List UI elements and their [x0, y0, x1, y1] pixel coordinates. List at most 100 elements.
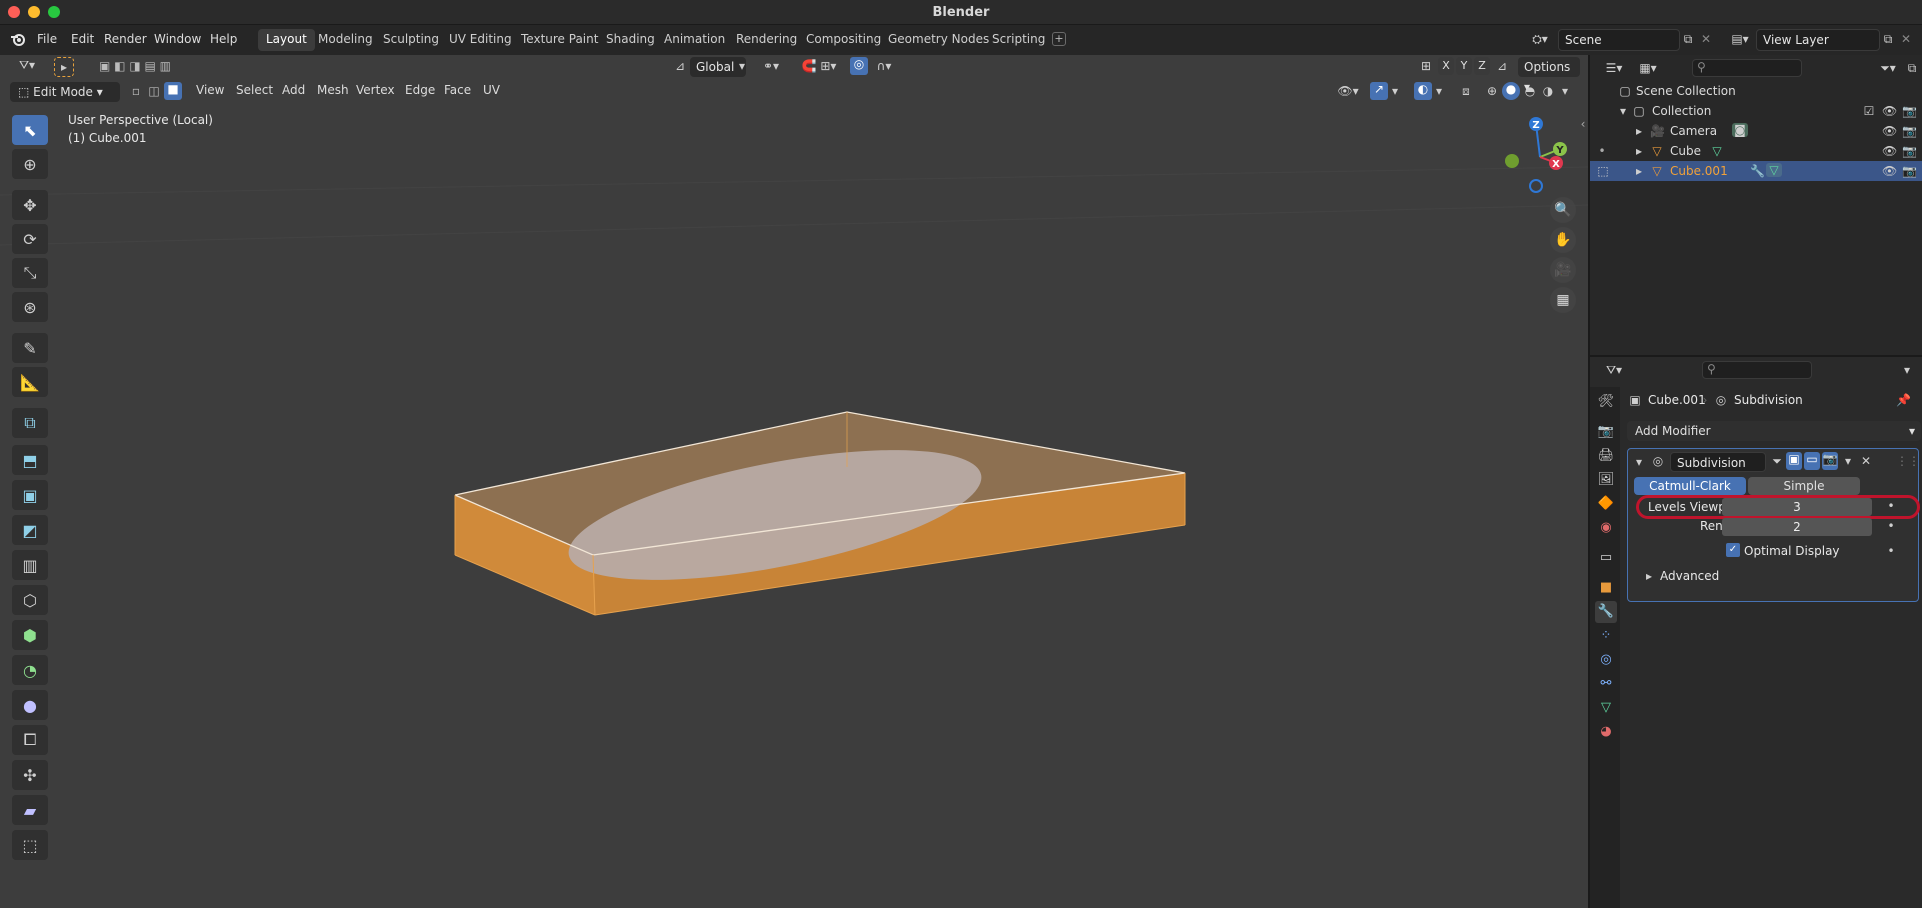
bevel-tool[interactable]: ◩: [12, 515, 48, 545]
blender-logo-icon[interactable]: [10, 31, 26, 47]
outliner-row-cube-001[interactable]: ⬚ ▸ ▽ Cube.001 🔧 ▽ 👁 📷: [1590, 161, 1922, 181]
physics-tab-icon[interactable]: ◎: [1595, 649, 1617, 671]
viewport-toggle-icon[interactable]: ▭: [1804, 452, 1820, 470]
outliner-row-cube[interactable]: • ▸ ▽ Cube ▽ 👁 📷: [1590, 141, 1922, 161]
outliner-row-camera[interactable]: ▸ 🎥 Camera ◙ 👁 📷: [1590, 121, 1922, 141]
viewport-menu-add[interactable]: Add: [282, 83, 305, 97]
eye-icon[interactable]: 👁: [1882, 104, 1897, 118]
face-select-icon[interactable]: ■: [164, 82, 182, 100]
new-view-layer-icon[interactable]: ⧉: [1880, 32, 1896, 47]
proportional-edit-icon[interactable]: ◎: [850, 57, 868, 75]
tab-modeling[interactable]: Modeling: [310, 29, 381, 51]
shrink-fatten-tool[interactable]: ✣: [12, 760, 48, 790]
spin-tool[interactable]: ◔: [12, 655, 48, 685]
shading-dropdown-icon[interactable]: ▾: [1560, 84, 1570, 98]
annotate-tool[interactable]: ✎: [12, 333, 48, 363]
scale-tool[interactable]: ⤡: [12, 258, 48, 288]
add-modifier-dropdown[interactable]: Add Modifier ▾: [1627, 421, 1921, 441]
checkbox-icon[interactable]: ☑: [1862, 104, 1876, 118]
constraints-tab-icon[interactable]: ⚯: [1595, 673, 1617, 695]
viewport-menu-view[interactable]: View: [196, 83, 224, 97]
xray-icon[interactable]: ⧈: [1458, 84, 1474, 99]
shear-tool[interactable]: ▰: [12, 795, 48, 825]
rotate-tool[interactable]: ⟳: [12, 224, 48, 254]
tab-texture-paint[interactable]: Texture Paint: [513, 29, 606, 51]
camera-render-icon[interactable]: 📷: [1902, 164, 1917, 178]
measure-tool[interactable]: 📐: [12, 367, 48, 397]
mirror-icon[interactable]: ⊞: [1418, 59, 1434, 73]
advanced-expand-icon[interactable]: ▸: [1644, 569, 1654, 583]
panel-collapse-icon[interactable]: ▾: [1634, 455, 1644, 469]
material-tab-icon[interactable]: ◕: [1595, 721, 1617, 743]
data-tab-icon[interactable]: ▽: [1595, 697, 1617, 719]
inset-faces-tool[interactable]: ▣: [12, 480, 48, 510]
menu-render[interactable]: Render: [104, 32, 147, 46]
sidebar-toggle-icon[interactable]: ‹: [1578, 117, 1588, 131]
zoom-icon[interactable]: 🔍: [1550, 197, 1576, 223]
tab-rendering[interactable]: Rendering: [728, 29, 805, 51]
viewport-menu-mesh[interactable]: Mesh: [317, 83, 349, 97]
on-cage-toggle-icon[interactable]: ▣: [1786, 452, 1802, 470]
edit-mode-toggle-icon[interactable]: ⏷: [1770, 454, 1784, 469]
transform-tool[interactable]: ⊛: [12, 292, 48, 322]
new-collection-icon[interactable]: ⧉: [1904, 61, 1920, 76]
outliner-editor-icon[interactable]: ☰▾: [1600, 61, 1628, 75]
eye-icon[interactable]: 👁: [1882, 144, 1897, 158]
outliner-row-collection[interactable]: ▾ ▢ Collection ☑ 👁 📷: [1590, 101, 1922, 121]
select-box-tool[interactable]: ⬉: [12, 115, 48, 145]
eye-icon[interactable]: 👁: [1882, 164, 1897, 178]
expand-arrow-icon[interactable]: ▸: [1634, 124, 1644, 138]
rip-region-tool[interactable]: ⬚: [12, 830, 48, 860]
tab-shading[interactable]: Shading: [598, 29, 663, 51]
material-shading-icon[interactable]: ◓: [1522, 84, 1538, 98]
pin-icon[interactable]: 📌: [1896, 393, 1911, 407]
render-levels-slider[interactable]: 2: [1722, 518, 1872, 536]
expand-arrow-icon[interactable]: ▸: [1634, 144, 1644, 158]
camera-view-icon[interactable]: 🎥: [1550, 257, 1576, 283]
pivot-icon[interactable]: ⚭▾: [756, 59, 786, 73]
rendered-shading-icon[interactable]: ◑: [1540, 84, 1556, 98]
pan-hand-icon[interactable]: ✋: [1550, 227, 1576, 253]
viewport-menu-vertex[interactable]: Vertex: [356, 83, 395, 97]
optimal-display-checkbox[interactable]: ✓: [1726, 543, 1740, 557]
camera-render-icon[interactable]: 📷: [1902, 124, 1917, 138]
menu-file[interactable]: File: [37, 32, 57, 46]
animate-property-icon[interactable]: •: [1886, 499, 1896, 513]
filter-icon[interactable]: ⏷▾: [1874, 61, 1902, 76]
new-scene-icon[interactable]: ⧉: [1680, 32, 1696, 47]
overlay-dropdown-icon[interactable]: ▾: [1434, 84, 1444, 98]
mode-dropdown[interactable]: ⬚ Edit Mode ▾: [10, 82, 120, 102]
viewport-menu-uv[interactable]: UV: [483, 83, 500, 97]
vertex-select-icon[interactable]: ▫: [128, 84, 144, 98]
delete-view-layer-icon[interactable]: ✕: [1898, 32, 1914, 46]
particles-tab-icon[interactable]: ⁘: [1595, 625, 1617, 647]
move-tool[interactable]: ✥: [12, 190, 48, 220]
collection-tab-icon[interactable]: ▭: [1595, 547, 1617, 569]
catmull-clark-option[interactable]: Catmull-Clark: [1634, 477, 1746, 495]
remove-modifier-icon[interactable]: ✕: [1860, 454, 1872, 468]
falloff-icon[interactable]: ∩▾: [870, 59, 898, 73]
modifier-name-field[interactable]: Subdivision: [1670, 452, 1766, 472]
perspective-toggle-icon[interactable]: ▦: [1550, 287, 1576, 313]
viewport-menu-face[interactable]: Face: [444, 83, 471, 97]
render-tab-icon[interactable]: 📷: [1595, 421, 1617, 443]
properties-search-input[interactable]: ⚲: [1702, 361, 1812, 379]
edge-select-icon[interactable]: ◫: [146, 84, 162, 98]
tab-uv-editing[interactable]: UV Editing: [441, 29, 520, 51]
object-tab-icon[interactable]: ■: [1595, 577, 1617, 599]
smooth-tool[interactable]: ●: [12, 690, 48, 720]
view-layer-tab-icon[interactable]: 🖼: [1595, 469, 1617, 491]
output-tab-icon[interactable]: 🖨: [1595, 445, 1617, 467]
outliner-search-input[interactable]: ⚲: [1692, 59, 1802, 77]
extrude-region-tool[interactable]: ⬒: [12, 445, 48, 475]
properties-editor-icon[interactable]: ⛛▾: [1600, 363, 1628, 378]
menu-help[interactable]: Help: [210, 32, 237, 46]
snap-icon[interactable]: 🧲 ⊞▾: [794, 59, 844, 73]
3d-viewport[interactable]: ⛛▾ ▸ ▣ ◧ ◨ ▤ ▥ ⊿ Global ▾ ⚭▾ 🧲 ⊞▾ ◎ ∩▾ ⊞…: [0, 55, 1588, 908]
eye-icon[interactable]: 👁: [1882, 124, 1897, 138]
tab-layout[interactable]: Layout: [258, 29, 315, 51]
editor-type-icon[interactable]: ⛛▾: [12, 58, 42, 73]
render-toggle-icon[interactable]: 📷: [1822, 452, 1838, 470]
properties-options-icon[interactable]: ▾: [1900, 363, 1914, 377]
solid-shading-icon[interactable]: ●: [1502, 82, 1520, 100]
